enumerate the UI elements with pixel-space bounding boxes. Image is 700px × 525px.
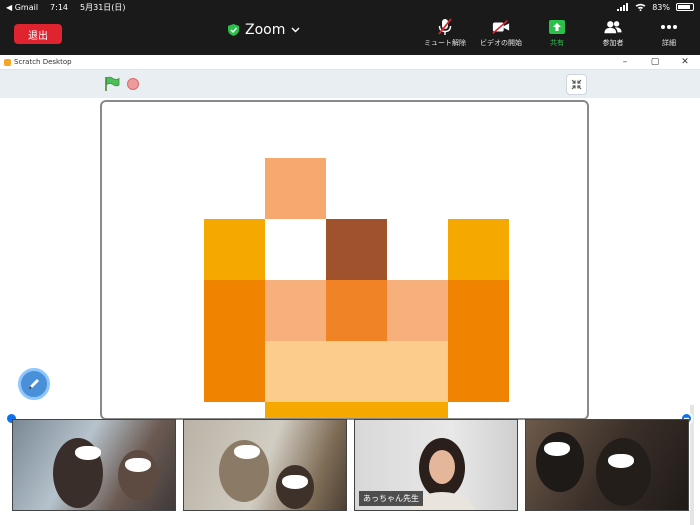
battery-percent: 83% xyxy=(652,2,670,12)
face-cover-heart xyxy=(544,442,570,456)
stop-button[interactable] xyxy=(127,78,139,90)
sprite-pixel xyxy=(204,280,265,402)
sprite-pixel xyxy=(204,219,265,280)
green-flag-icon[interactable] xyxy=(104,76,120,92)
unmute-button[interactable]: ミュート解除 xyxy=(422,18,468,52)
face-cover-heart xyxy=(234,445,260,459)
chevron-down-icon xyxy=(291,27,300,33)
window-title: Scratch Desktop xyxy=(14,58,72,66)
face-cover-heart xyxy=(282,475,308,489)
battery-icon xyxy=(676,3,694,11)
signal-icon xyxy=(617,3,629,11)
sprite-pixel xyxy=(448,219,509,280)
annotate-button[interactable] xyxy=(18,368,50,400)
meeting-title: Zoom xyxy=(245,22,286,38)
minimize-button[interactable]: – xyxy=(610,57,640,67)
participant-person xyxy=(536,432,584,492)
mic-muted-icon xyxy=(438,18,452,35)
sprite-pixel xyxy=(448,280,509,402)
face-cover-heart xyxy=(125,458,151,472)
wifi-icon xyxy=(635,3,646,11)
maximize-button[interactable]: ▢ xyxy=(640,57,670,67)
participants-label: 参加者 xyxy=(602,39,624,47)
leave-meeting-button[interactable]: 退出 xyxy=(14,24,62,44)
face-cover-heart xyxy=(608,454,634,468)
start-video-button[interactable]: ビデオの開始 xyxy=(478,18,524,52)
unmute-label: ミュート解除 xyxy=(424,39,466,47)
share-screen-label: 共有 xyxy=(550,39,564,47)
start-video-label: ビデオの開始 xyxy=(480,39,522,47)
participant-video-teacher[interactable]: あっちゃん先生 xyxy=(354,419,518,511)
participants-button[interactable]: 参加者 xyxy=(590,18,636,52)
unfullscreen-icon xyxy=(571,79,582,90)
ios-status-bar: ◀ Gmail 7:14 5月31日(日) 83% xyxy=(0,0,700,14)
participant-video-strip: あっちゃん先生 xyxy=(0,414,700,525)
exit-fullscreen-button[interactable] xyxy=(566,74,587,95)
security-shield-icon xyxy=(228,24,239,36)
share-screen-button[interactable]: 共有 xyxy=(534,18,580,52)
more-label: 詳細 xyxy=(662,39,676,47)
sprite-pixel xyxy=(326,219,387,280)
stage-header xyxy=(0,70,700,98)
sprite-pixel xyxy=(387,280,448,341)
face-cover-heart xyxy=(75,446,101,460)
share-screen-icon xyxy=(549,20,565,34)
window-titlebar: Scratch Desktop – ▢ ✕ xyxy=(0,55,700,70)
scratch-app-icon xyxy=(4,58,11,66)
participant-video[interactable] xyxy=(183,419,347,511)
meeting-title-button[interactable]: Zoom xyxy=(228,22,300,38)
participant-video[interactable] xyxy=(12,419,176,511)
sprite-pixel xyxy=(265,280,326,341)
status-date: 5月31日(日) xyxy=(80,2,126,12)
more-button[interactable]: 詳細 xyxy=(646,18,692,52)
participant-name: あっちゃん先生 xyxy=(359,491,423,506)
zoom-toolbar: 退出 Zoom ミュート解除 ビデオの開始 共有 参加者 詳細 xyxy=(0,14,700,54)
participant-video[interactable] xyxy=(525,419,689,511)
sprite-pixel xyxy=(265,158,326,219)
video-off-icon xyxy=(492,20,510,34)
sprite-pixel xyxy=(326,280,387,341)
screen: ◀ Gmail 7:14 5月31日(日) 83% 退出 Zoom ミュート解除… xyxy=(0,0,700,525)
back-to-gmail-link[interactable]: ◀ Gmail xyxy=(6,3,38,12)
scratch-stage[interactable] xyxy=(100,100,589,420)
participants-icon xyxy=(604,21,622,34)
sprite-pixel xyxy=(265,341,448,402)
status-time: 7:14 xyxy=(50,2,69,12)
close-window-button[interactable]: ✕ xyxy=(670,57,700,67)
pencil-icon xyxy=(29,379,39,389)
participant-person xyxy=(596,438,651,506)
more-dots-icon xyxy=(661,25,677,29)
participant-face xyxy=(429,450,455,484)
